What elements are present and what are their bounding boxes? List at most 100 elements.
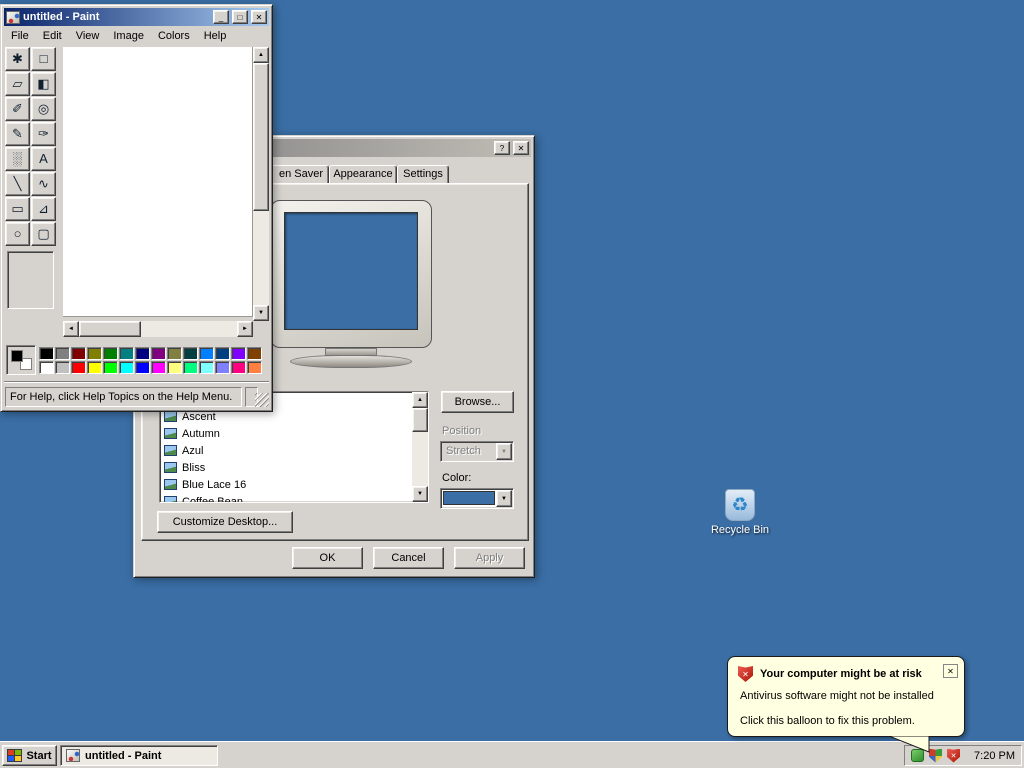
scroll-left-button[interactable]: ◄	[63, 321, 79, 337]
tool-pick-color[interactable]: ✐	[5, 97, 30, 121]
tool-curve[interactable]: ∿	[31, 172, 56, 196]
tab-settings[interactable]: Settings	[397, 165, 449, 184]
vertical-scrollbar-thumb[interactable]	[253, 63, 269, 211]
palette-swatch[interactable]	[119, 347, 134, 360]
scroll-up-button[interactable]: ▲	[253, 47, 269, 63]
tool-polygon[interactable]: ⊿	[31, 197, 56, 221]
taskbar-clock[interactable]: 7:20 PM	[974, 750, 1015, 762]
ok-button[interactable]: OK	[292, 547, 363, 569]
foreground-color-swatch	[11, 350, 23, 362]
palette-swatch[interactable]	[167, 347, 182, 360]
canvas-vertical-scrollbar[interactable]: ▲ ▼	[253, 47, 269, 321]
resize-grip[interactable]	[255, 393, 269, 407]
recycle-bin[interactable]: ♻ Recycle Bin	[704, 489, 776, 536]
horizontal-scrollbar-thumb[interactable]	[79, 321, 141, 337]
list-item[interactable]: Bliss	[160, 459, 428, 476]
palette-swatch[interactable]	[199, 347, 214, 360]
list-scrollbar[interactable]: ▲ ▼	[412, 392, 428, 502]
palette-swatch[interactable]	[71, 347, 86, 360]
palette-swatch[interactable]	[183, 347, 198, 360]
tool-brush[interactable]: ✑	[31, 122, 56, 146]
scroll-right-button[interactable]: ►	[237, 321, 253, 337]
tool-rounded-rectangle[interactable]: ▢	[31, 222, 56, 246]
security-center-icon[interactable]	[929, 748, 942, 763]
palette-swatch[interactable]	[247, 361, 262, 374]
palette-swatch[interactable]	[55, 361, 70, 374]
palette-swatch[interactable]	[55, 347, 70, 360]
paint-titlebar[interactable]: untitled - Paint _ □ ✕	[4, 8, 269, 26]
palette-swatch[interactable]	[135, 347, 150, 360]
list-item[interactable]: Blue Lace 16	[160, 476, 428, 493]
scroll-down-button[interactable]: ▼	[253, 305, 269, 321]
tool-rectangle[interactable]: ▭	[5, 197, 30, 221]
position-dropdown-arrow-icon[interactable]: ▼	[496, 443, 512, 460]
close-button[interactable]: ✕	[251, 10, 267, 24]
maximize-button[interactable]: □	[232, 10, 248, 24]
tool-eraser[interactable]: ▱	[5, 72, 30, 96]
palette-swatch[interactable]	[247, 347, 262, 360]
palette-swatch[interactable]	[215, 361, 230, 374]
palette-swatch[interactable]	[135, 361, 150, 374]
menu-help[interactable]: Help	[197, 28, 234, 44]
security-alert-icon[interactable]: ✕	[947, 748, 960, 763]
palette-swatch[interactable]	[87, 347, 102, 360]
balloon-close-button[interactable]: ✕	[943, 664, 958, 678]
palette-swatch[interactable]	[231, 347, 246, 360]
minimize-button[interactable]: _	[213, 10, 229, 24]
start-button[interactable]: Start	[2, 745, 57, 766]
list-item[interactable]: Coffee Bean	[160, 493, 428, 502]
menu-image[interactable]: Image	[106, 28, 151, 44]
customize-desktop-button[interactable]: Customize Desktop...	[157, 511, 293, 533]
dialog-help-button[interactable]: ?	[494, 141, 510, 155]
palette-swatch[interactable]	[39, 361, 54, 374]
palette-swatch[interactable]	[199, 361, 214, 374]
palette-swatch[interactable]	[103, 347, 118, 360]
palette-swatch[interactable]	[39, 347, 54, 360]
canvas-horizontal-scrollbar[interactable]: ◄ ►	[63, 321, 253, 337]
palette-swatch[interactable]	[71, 361, 86, 374]
tool-airbrush[interactable]: ░	[5, 147, 30, 171]
list-scrollbar-thumb[interactable]	[412, 408, 428, 432]
palette-swatch[interactable]	[151, 361, 166, 374]
tool-text[interactable]: A	[31, 147, 56, 171]
position-select[interactable]: Stretch ▼	[440, 441, 514, 462]
palette-swatch[interactable]	[183, 361, 198, 374]
tool-ellipse[interactable]: ○	[5, 222, 30, 246]
menu-view[interactable]: View	[69, 28, 107, 44]
list-item[interactable]: Azul	[160, 442, 428, 459]
color-select[interactable]: ▼	[440, 488, 514, 509]
color-dropdown-arrow-icon[interactable]: ▼	[496, 490, 512, 507]
list-scroll-down-button[interactable]: ▼	[412, 486, 428, 502]
tool-select[interactable]: □	[31, 47, 56, 71]
dialog-close-button[interactable]: ✕	[513, 141, 529, 155]
taskbar-task-paint[interactable]: untitled - Paint	[60, 745, 218, 766]
palette-swatch[interactable]	[151, 347, 166, 360]
tool-magnifier[interactable]: ◎	[31, 97, 56, 121]
palette-swatch[interactable]	[167, 361, 182, 374]
current-colors-indicator[interactable]	[6, 345, 36, 375]
tool-options-box[interactable]	[7, 251, 54, 309]
tool-pencil[interactable]: ✎	[5, 122, 30, 146]
palette-swatch[interactable]	[87, 361, 102, 374]
menu-file[interactable]: File	[4, 28, 36, 44]
menu-colors[interactable]: Colors	[151, 28, 197, 44]
tool-line[interactable]: ╲	[5, 172, 30, 196]
browse-button[interactable]: Browse...	[441, 391, 514, 413]
paint-canvas[interactable]	[63, 47, 253, 317]
list-item[interactable]: Autumn	[160, 425, 428, 442]
cancel-button[interactable]: Cancel	[373, 547, 444, 569]
paint-toolbox: ✱ □ ▱ ◧ ✐ ◎ ✎ ✑ ░ A ╲ ∿ ▭ ⊿ ○ ▢	[5, 47, 57, 246]
palette-swatch[interactable]	[119, 361, 134, 374]
security-balloon[interactable]: ✕ Your computer might be at risk ✕ Antiv…	[727, 656, 965, 753]
palette-swatch[interactable]	[215, 347, 230, 360]
desktop: ♻ Recycle Bin ? ✕ en Saver Appearance Se…	[0, 0, 1024, 768]
tool-free-form-select[interactable]: ✱	[5, 47, 30, 71]
menu-edit[interactable]: Edit	[36, 28, 69, 44]
palette-swatch[interactable]	[103, 361, 118, 374]
tool-fill-with-color[interactable]: ◧	[31, 72, 56, 96]
palette-swatch[interactable]	[231, 361, 246, 374]
apply-button[interactable]: Apply	[454, 547, 525, 569]
recycle-arrows-icon: ♻	[731, 494, 749, 516]
tab-appearance[interactable]: Appearance	[329, 165, 397, 184]
list-scroll-up-button[interactable]: ▲	[412, 392, 428, 408]
